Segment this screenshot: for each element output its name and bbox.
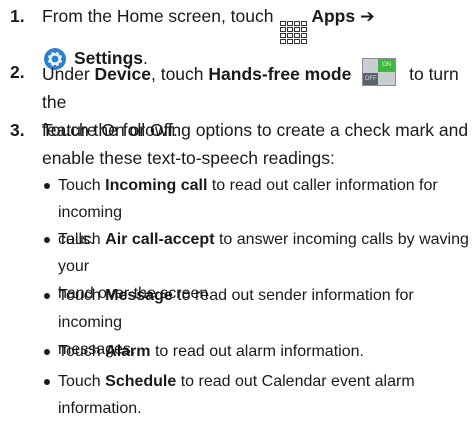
list-item: Touch Schedule to read out Calendar even… bbox=[44, 368, 474, 422]
option-name: Incoming call bbox=[105, 177, 208, 194]
bullet-text: Touch bbox=[58, 287, 106, 304]
step-number: 2. bbox=[10, 62, 25, 82]
handsfree-label: Hands-free mode bbox=[208, 64, 352, 84]
bullet-text: Touch bbox=[58, 373, 106, 390]
bullet-dot bbox=[44, 379, 50, 385]
option-name: Air call-accept bbox=[105, 231, 215, 248]
list-item: Touch Alarm to read out alarm informatio… bbox=[44, 338, 474, 365]
step-text: Touch the following options to create a … bbox=[42, 120, 469, 140]
bullet-dot bbox=[44, 183, 50, 189]
option-name: Message bbox=[105, 287, 173, 304]
option-name: Alarm bbox=[105, 343, 151, 360]
device-label: Device bbox=[94, 64, 151, 84]
step-body: Touch the following options to create a … bbox=[42, 116, 472, 172]
instruction-document: 1. From the Home screen, touch Apps ➔ Se… bbox=[0, 0, 474, 425]
toggle-off-label: OFF bbox=[363, 73, 379, 85]
step-text: , touch bbox=[150, 64, 204, 84]
apps-label: Apps bbox=[311, 6, 356, 26]
step-text: From the Home screen, touch bbox=[42, 6, 274, 26]
bullet-dot bbox=[44, 237, 50, 243]
apps-grid-icon bbox=[280, 21, 308, 44]
step-text: Under bbox=[42, 64, 90, 84]
toggle-on-label: ON bbox=[378, 59, 396, 72]
bullet-dot bbox=[44, 293, 50, 299]
option-name: Schedule bbox=[105, 373, 177, 390]
step-text: enable these text-to-speech readings: bbox=[42, 148, 335, 168]
arrow-glyph: ➔ bbox=[359, 6, 375, 26]
bullet-text: to read out alarm information. bbox=[150, 343, 364, 360]
step-number: 3. bbox=[10, 120, 25, 140]
on-off-toggle-icon: ON OFF bbox=[362, 58, 397, 86]
bullet-dot bbox=[44, 349, 50, 355]
bullet-text: Touch bbox=[58, 177, 106, 194]
bullet-text: Touch bbox=[58, 343, 106, 360]
bullet-text: Touch bbox=[58, 231, 106, 248]
step-number: 1. bbox=[10, 6, 25, 26]
